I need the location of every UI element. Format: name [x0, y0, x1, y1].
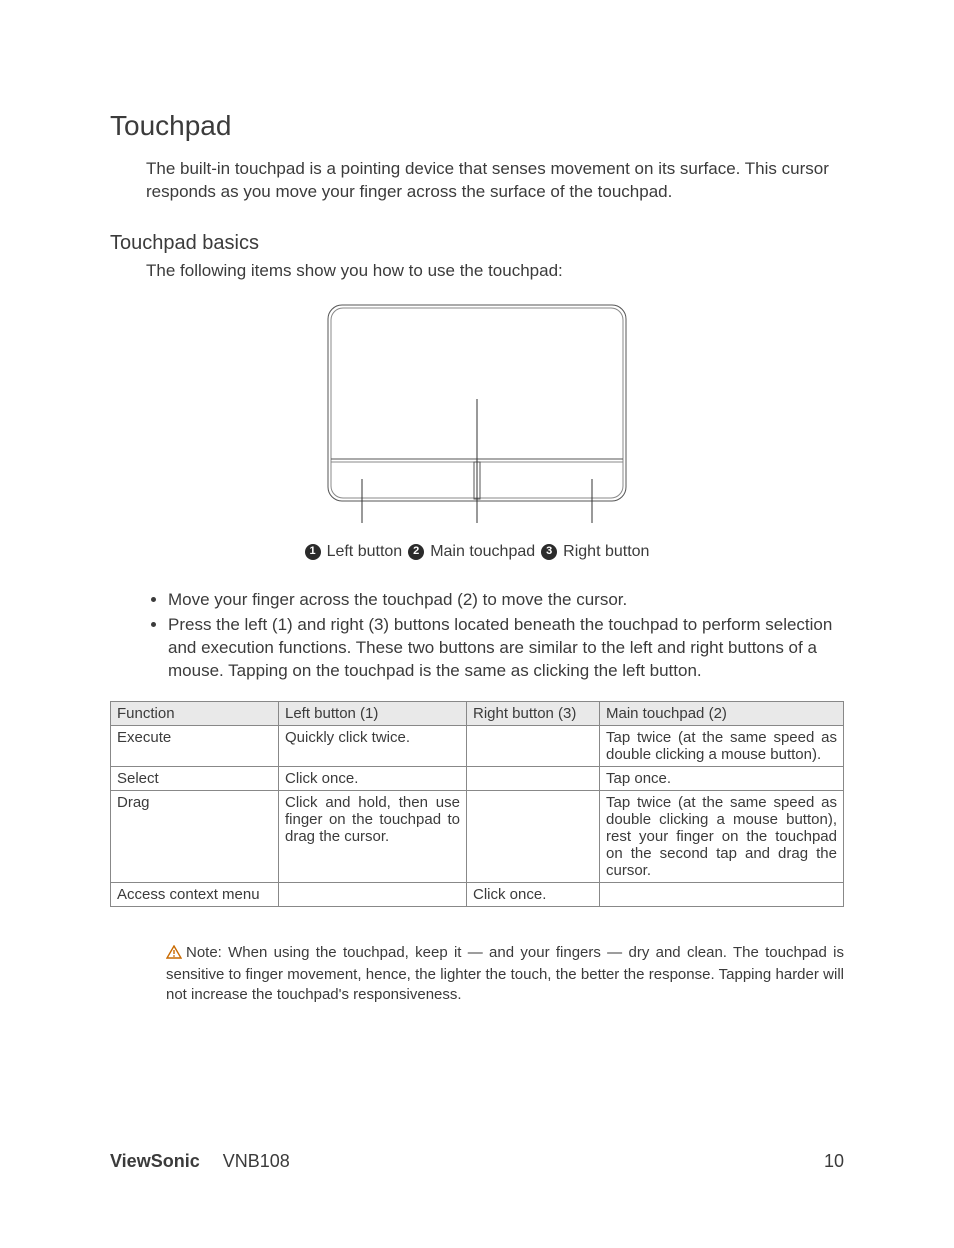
- function-table: Function Left button (1) Right button (3…: [110, 701, 844, 907]
- table-row: Execute Quickly click twice. Tap twice (…: [111, 725, 844, 766]
- cell-main: Tap twice (at the same speed as double c…: [600, 725, 844, 766]
- cell-right: Click once.: [467, 882, 600, 906]
- cell-function: Execute: [111, 725, 279, 766]
- callout-1-label: Left button: [327, 543, 403, 561]
- cell-right: [467, 725, 600, 766]
- cell-function: Select: [111, 766, 279, 790]
- table-row: Select Click once. Tap once.: [111, 766, 844, 790]
- table-row: Drag Click and hold, then use finger on …: [111, 790, 844, 882]
- cell-left: Quickly click twice.: [279, 725, 467, 766]
- footer-page-number: 10: [824, 1151, 844, 1172]
- footer-model: VNB108: [223, 1151, 290, 1171]
- col-main-touchpad: Main touchpad (2): [600, 701, 844, 725]
- note-paragraph: Note: When using the touchpad, keep it —…: [166, 943, 844, 1006]
- col-right-button: Right button (3): [467, 701, 600, 725]
- callout-3-label: Right button: [563, 543, 649, 561]
- intro-paragraph: The built-in touchpad is a pointing devi…: [146, 158, 844, 204]
- cell-left: [279, 882, 467, 906]
- cell-right: [467, 790, 600, 882]
- callout-2-label: Main touchpad: [430, 543, 535, 561]
- instruction-item: Press the left (1) and right (3) buttons…: [168, 614, 844, 683]
- subheading: Touchpad basics: [110, 232, 844, 255]
- cell-left: Click once.: [279, 766, 467, 790]
- cell-function: Access context menu: [111, 882, 279, 906]
- note-text: Note: When using the touchpad, keep it —…: [166, 944, 844, 1004]
- cell-right: [467, 766, 600, 790]
- instruction-item: Move your finger across the touchpad (2)…: [168, 589, 844, 612]
- callout-3-icon: 3: [541, 544, 557, 560]
- instruction-list: Move your finger across the touchpad (2)…: [146, 589, 844, 683]
- page-title: Touchpad: [110, 110, 844, 142]
- touchpad-diagram: [110, 299, 844, 529]
- cell-main: [600, 882, 844, 906]
- col-function: Function: [111, 701, 279, 725]
- callout-1-icon: 1: [305, 544, 321, 560]
- touchpad-diagram-svg: [322, 299, 632, 529]
- cell-function: Drag: [111, 790, 279, 882]
- table-header-row: Function Left button (1) Right button (3…: [111, 701, 844, 725]
- cell-main: Tap twice (at the same speed as double c…: [600, 790, 844, 882]
- table-row: Access context menu Click once.: [111, 882, 844, 906]
- manual-page: Touchpad The built-in touchpad is a poin…: [0, 0, 954, 1248]
- cell-main: Tap once.: [600, 766, 844, 790]
- warning-icon: [166, 945, 182, 965]
- footer-left: ViewSonic VNB108: [110, 1151, 290, 1172]
- col-left-button: Left button (1): [279, 701, 467, 725]
- callout-2-icon: 2: [408, 544, 424, 560]
- page-footer: ViewSonic VNB108 10: [110, 1151, 844, 1172]
- cell-left: Click and hold, then use finger on the t…: [279, 790, 467, 882]
- footer-brand: ViewSonic: [110, 1151, 200, 1171]
- sub-intro: The following items show you how to use …: [146, 261, 844, 281]
- diagram-caption: 1 Left button 2 Main touchpad 3 Right bu…: [110, 543, 844, 561]
